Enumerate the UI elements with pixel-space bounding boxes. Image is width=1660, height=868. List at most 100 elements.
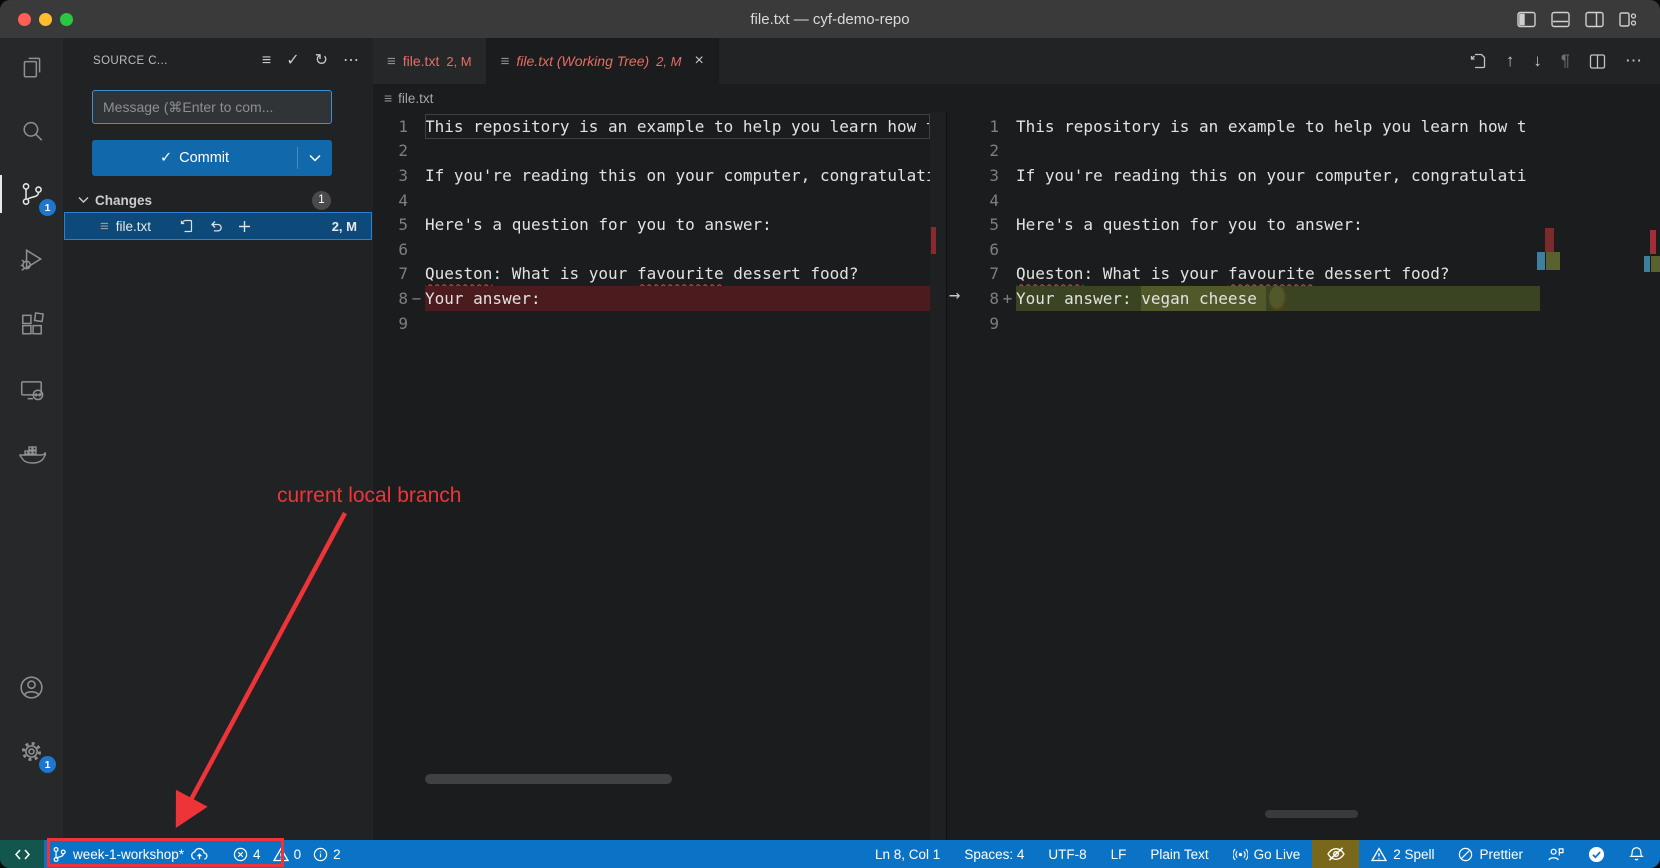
indentation-item[interactable]: Spaces: 4 — [952, 840, 1036, 868]
line-content — [425, 139, 930, 164]
activity-bar: 1 1 — [0, 38, 63, 840]
code-line[interactable]: 3 If you're reading this on your computer… — [373, 163, 930, 188]
chevron-down-icon — [78, 196, 89, 204]
diff-editor[interactable]: 1 This repository is an example to help y… — [373, 112, 1660, 840]
next-change-icon[interactable]: ↓ — [1533, 51, 1542, 71]
status-check-item[interactable] — [1576, 840, 1617, 868]
search-icon[interactable] — [0, 111, 63, 151]
commit-button[interactable]: ✓ Commit — [92, 140, 332, 176]
file-icon: ≡ — [387, 53, 396, 70]
code-line[interactable]: 6 — [373, 237, 930, 262]
diff-pane-divider — [930, 112, 947, 840]
discard-changes-icon[interactable] — [208, 218, 224, 234]
status-bar: week-1-workshop* 4 0 2 Ln 8, Col 1 Space… — [0, 840, 1660, 868]
code-line[interactable]: 4 — [947, 188, 1660, 213]
diff-modified-pane[interactable]: 1This repository is an example to help y… — [947, 114, 1660, 335]
render-whitespace-icon[interactable]: ¶ — [1561, 51, 1570, 71]
spell-warnings-item[interactable]: 2 Spell — [1359, 840, 1446, 868]
toggle-panel-icon[interactable] — [1551, 11, 1570, 28]
previous-change-icon[interactable]: ↑ — [1506, 51, 1515, 71]
stage-changes-icon[interactable] — [237, 219, 252, 234]
code-line[interactable]: 8−Your answer: — [373, 286, 930, 311]
code-line[interactable]: 5Here's a question for you to answer: — [373, 212, 930, 237]
extensions-icon[interactable] — [0, 304, 63, 344]
commit-button-label: Commit — [179, 150, 229, 166]
customize-layout-icon[interactable] — [1619, 11, 1638, 28]
tab-file-txt[interactable]: ≡ file.txt 2, M — [373, 38, 487, 84]
remote-indicator[interactable] — [0, 840, 44, 868]
line-number: 1 — [373, 117, 408, 136]
line-content: If you're reading this on your computer,… — [425, 163, 930, 188]
changes-section-header[interactable]: Changes 1 — [63, 188, 373, 212]
minimap-cursor-marker — [1537, 252, 1545, 270]
close-tab-icon[interactable]: × — [694, 52, 703, 70]
remote-explorer-icon[interactable] — [0, 370, 63, 410]
cursor-position-item[interactable]: Ln 8, Col 1 — [863, 840, 952, 868]
commit-message-input[interactable] — [92, 90, 332, 124]
line-number: 3 — [373, 166, 408, 185]
go-live-item[interactable]: Go Live — [1221, 840, 1313, 868]
line-number: 2 — [947, 141, 999, 160]
split-editor-icon[interactable] — [1589, 53, 1606, 70]
diff-original-pane[interactable]: 1 This repository is an example to help y… — [373, 114, 930, 335]
code-line[interactable]: 1This repository is an example to help y… — [947, 114, 1660, 139]
close-window-button[interactable] — [18, 13, 31, 26]
revert-change-arrow-icon[interactable]: → — [949, 284, 960, 306]
code-text: Queston — [1016, 264, 1083, 283]
line-content: This repository is an example to help yo… — [1016, 114, 1540, 139]
breadcrumb-file-name: file.txt — [398, 91, 433, 106]
code-line[interactable]: 9 — [373, 311, 930, 336]
refresh-icon[interactable]: ↻ — [315, 53, 328, 69]
settings-gear-icon[interactable]: 1 — [0, 731, 63, 771]
docker-icon[interactable] — [0, 435, 63, 475]
more-actions-icon[interactable]: ⋯ — [343, 53, 359, 69]
line-number: 6 — [947, 240, 999, 259]
line-content — [425, 311, 930, 336]
encoding-item[interactable]: UTF-8 — [1036, 840, 1098, 868]
breadcrumb[interactable]: ≡ file.txt — [373, 84, 1660, 112]
code-line[interactable]: 3If you're reading this on your computer… — [947, 163, 1660, 188]
problems-status-item[interactable]: 4 0 2 — [225, 840, 356, 868]
ruler-added-marker — [1651, 256, 1660, 272]
line-number: 4 — [947, 191, 999, 210]
minimap-removed-marker — [1545, 228, 1554, 252]
code-line[interactable]: 4 — [373, 188, 930, 213]
file-status-label: 2, M — [332, 219, 357, 234]
notifications-item[interactable] — [1617, 840, 1660, 868]
zoom-window-button[interactable] — [60, 13, 73, 26]
code-line[interactable]: 7Queston: What is your favourite dessert… — [373, 262, 930, 287]
explorer-icon[interactable] — [0, 47, 63, 87]
code-text: This repository is an example to help yo… — [425, 117, 930, 136]
commit-dropdown-button[interactable] — [298, 154, 332, 162]
toggle-sidebar-icon[interactable] — [1517, 11, 1536, 28]
code-line[interactable]: 2 — [373, 139, 930, 164]
source-control-icon[interactable]: 1 — [0, 174, 63, 214]
eol-item[interactable]: LF — [1099, 840, 1139, 868]
view-as-list-icon[interactable]: ≡ — [262, 53, 271, 69]
code-line[interactable]: 1 This repository is an example to help y… — [373, 114, 930, 139]
branch-status-item[interactable]: week-1-workshop* — [44, 840, 217, 868]
line-content: Queston: What is your favourite dessert … — [425, 262, 930, 287]
horizontal-scrollbar[interactable] — [1265, 810, 1358, 818]
more-actions-icon[interactable]: ⋯ — [1625, 51, 1642, 71]
minimize-window-button[interactable] — [39, 13, 52, 26]
changed-file-row[interactable]: ≡ file.txt 2, M — [64, 212, 372, 240]
language-mode-item[interactable]: Plain Text — [1138, 840, 1220, 868]
run-debug-icon[interactable] — [0, 239, 63, 279]
spell-checker-off-item[interactable] — [1312, 840, 1359, 868]
commit-check-icon[interactable]: ✓ — [286, 53, 299, 69]
feedback-item[interactable] — [1535, 840, 1576, 868]
open-file-icon[interactable] — [179, 218, 195, 234]
open-changes-icon[interactable] — [1469, 52, 1487, 70]
code-line[interactable]: 2 — [947, 139, 1660, 164]
accounts-icon[interactable] — [0, 667, 63, 707]
moon-cake-emoji — [1269, 286, 1286, 311]
code-line[interactable]: 9 — [947, 311, 1660, 336]
horizontal-scrollbar[interactable] — [425, 774, 672, 784]
prettier-item[interactable]: Prettier — [1446, 840, 1535, 868]
vscode-window: file.txt — cyf-demo-repo 1 — [0, 0, 1660, 868]
code-line[interactable]: 8+Your answer: vegan cheese — [947, 286, 1660, 311]
warning-icon — [273, 847, 289, 862]
toggle-secondary-sidebar-icon[interactable] — [1585, 11, 1604, 28]
tab-file-txt-working-tree[interactable]: ≡ file.txt (Working Tree) 2, M × — [487, 38, 719, 84]
